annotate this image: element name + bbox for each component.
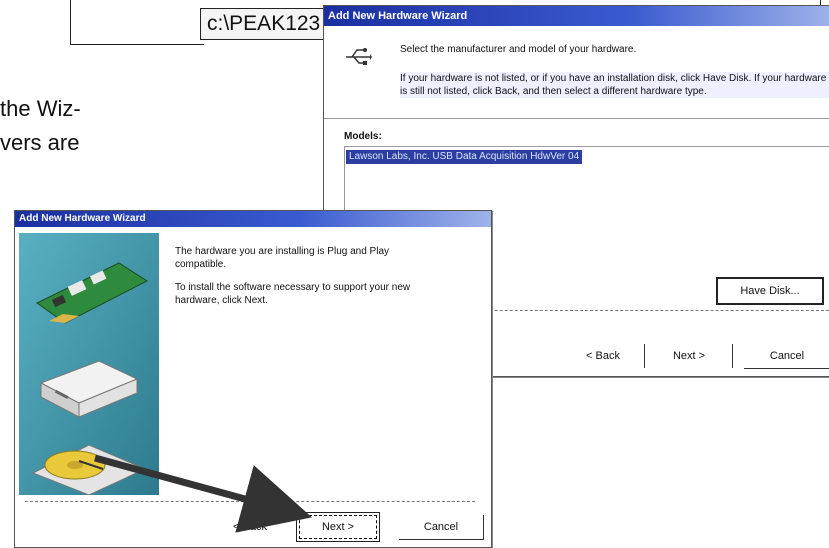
callout-arrow-icon <box>94 454 313 533</box>
